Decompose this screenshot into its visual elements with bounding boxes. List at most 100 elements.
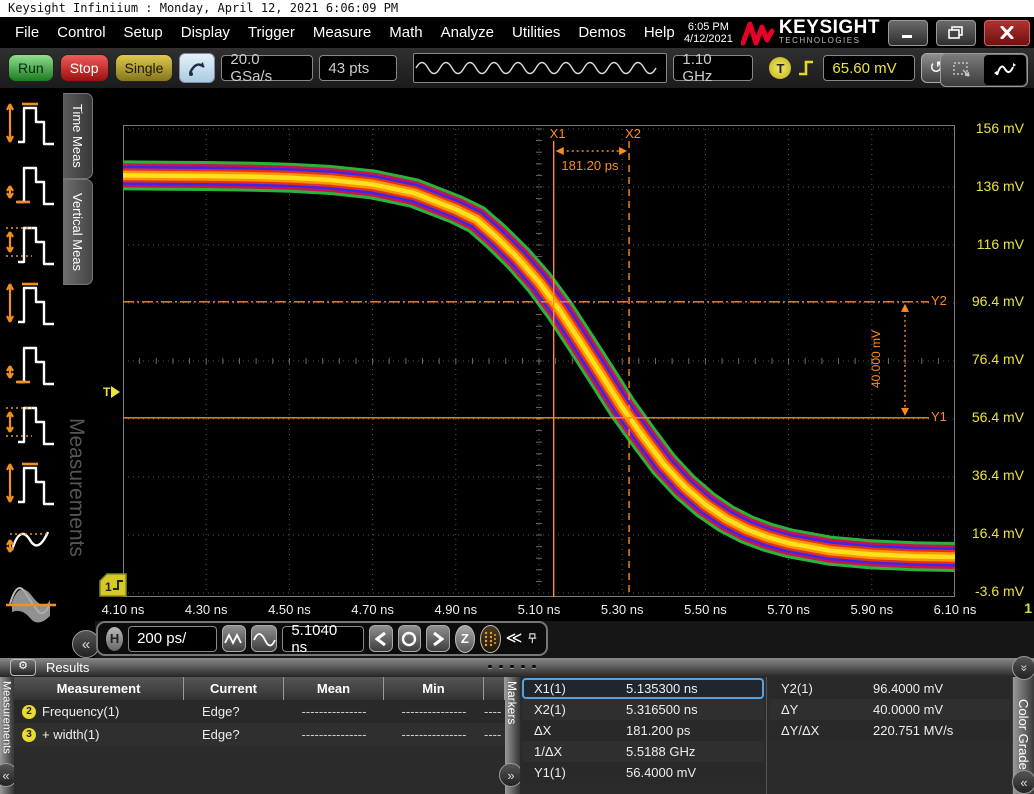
x-tick-label: 5.50 ns	[684, 602, 727, 617]
vpp-meas-icon[interactable]	[2, 392, 60, 450]
menu-utilities[interactable]: Utilities	[505, 20, 567, 45]
marker-row-y11[interactable]: Y1(1)56.4000 mV	[522, 762, 764, 783]
vtop-meas-icon[interactable]	[2, 92, 60, 150]
vrms-meas-icon[interactable]	[2, 512, 60, 570]
stop-button[interactable]: Stop	[60, 54, 109, 82]
position-left-button[interactable]	[369, 625, 392, 652]
vamplitude-meas-icon[interactable]	[2, 212, 60, 270]
menu-math[interactable]: Math	[382, 20, 429, 45]
trigger-level-field[interactable]: 65.60 mV	[823, 55, 915, 81]
vmax-meas-icon[interactable]	[2, 272, 60, 330]
chevron-left-icon	[375, 631, 387, 647]
marker-row-x11[interactable]: X1(1)5.135300 ns	[522, 678, 764, 699]
timebase-slower-button[interactable]	[251, 625, 277, 652]
zoom-button[interactable]: Z	[455, 625, 476, 653]
column-header-min[interactable]: Min	[384, 677, 484, 700]
vmin-meas-icon[interactable]	[2, 332, 60, 390]
trigger-badge[interactable]: T	[769, 57, 791, 79]
y-tick-label: 76.4 mV	[972, 351, 1024, 367]
channel-ground-marker[interactable]: 1	[98, 572, 128, 598]
column-header-mean[interactable]: Mean	[284, 677, 384, 700]
measurement-row[interactable]: 2Frequency(1)Edge?----------------------…	[14, 700, 505, 723]
menu-help[interactable]: Help	[637, 20, 682, 45]
marker-row-x21[interactable]: X2(1)5.316500 ns	[522, 699, 764, 720]
run-button[interactable]: Run	[8, 54, 54, 82]
touch-gesture-button[interactable]	[179, 53, 215, 83]
position-right-button[interactable]	[426, 625, 449, 652]
timebase-position-field[interactable]: 5.1040 ns	[282, 626, 364, 652]
x1-cursor-label[interactable]: X1	[548, 126, 568, 141]
position-zero-button[interactable]	[398, 625, 421, 652]
trigger-counter-field[interactable]: 1.10 GHz	[673, 55, 753, 81]
move-waveform-mode[interactable]	[984, 55, 1026, 85]
menu-file[interactable]: File	[8, 20, 46, 45]
pointer-mode-toggle[interactable]	[940, 53, 1028, 87]
vaverage-meas-icon[interactable]	[2, 572, 60, 630]
marker-row-x[interactable]: ΔX181.200 ps	[522, 720, 764, 741]
color-grade-collapse-button[interactable]: «	[1012, 770, 1034, 794]
single-button[interactable]: Single	[115, 54, 174, 82]
measurement-current: Edge?	[184, 723, 284, 746]
column-header-measurement[interactable]: Measurement	[14, 677, 184, 700]
y2-cursor-label[interactable]: Y2	[929, 293, 949, 308]
menu-measure[interactable]: Measure	[306, 20, 378, 45]
vupper-meas-icon[interactable]	[2, 452, 60, 510]
marker-row-yx[interactable]: ΔY/ΔX220.751 MV/s	[769, 720, 1010, 741]
trigger-level-marker[interactable]: T	[103, 385, 120, 399]
pin-icon[interactable]	[527, 630, 538, 647]
window-title: Keysight Infiniium : Monday, April 12, 2…	[0, 0, 1034, 17]
vbase-meas-icon[interactable]	[2, 152, 60, 210]
trigger-edge-icon	[797, 58, 817, 78]
menu-demos[interactable]: Demos	[571, 20, 633, 45]
menu-trigger[interactable]: Trigger	[241, 20, 302, 45]
memory-depth-field[interactable]: 43 pts	[319, 55, 397, 81]
marker-row-y21[interactable]: Y2(1)96.4000 mV	[769, 678, 1010, 699]
sample-rate-field[interactable]: 20.0 GSa/s	[221, 55, 313, 81]
color-grade-expand-button[interactable]: »	[1012, 656, 1034, 680]
x-tick-label: 5.70 ns	[767, 602, 810, 617]
collapse-hbar[interactable]: ≪	[506, 631, 523, 647]
horizontal-badge[interactable]: H	[106, 627, 123, 651]
y1-cursor-label[interactable]: Y1	[929, 409, 949, 424]
acquisition-preview[interactable]	[413, 53, 667, 83]
restore-button[interactable]	[936, 20, 976, 46]
x-axis-labels: 4.10 ns4.30 ns4.50 ns4.70 ns4.90 ns5.10 …	[95, 598, 1034, 621]
tab-vertical-meas[interactable]: Vertical Meas	[63, 179, 93, 285]
marker-row-y[interactable]: ΔY40.0000 mV	[769, 699, 1010, 720]
y-tick-label: 56.4 mV	[972, 409, 1024, 425]
measurement-sidebar: Time Meas Vertical Meas Measurements	[0, 88, 95, 658]
menu-control[interactable]: Control	[50, 20, 112, 45]
cursor-overlay[interactable]	[123, 125, 955, 597]
timebase-faster-button[interactable]	[222, 625, 246, 652]
timebase-scale-field[interactable]: 200 ps/	[128, 626, 217, 652]
keysight-logo-text: KEYSIGHT TECHNOLOGIES	[779, 20, 880, 45]
y-tick-label: 156 mV	[976, 120, 1024, 136]
brand-name: KEYSIGHT	[779, 20, 880, 36]
trigger-marker-arrow-icon	[111, 386, 120, 398]
zoom-box-mode[interactable]	[941, 54, 983, 86]
minimize-button[interactable]	[888, 20, 928, 46]
clock-date: 4/12/2021	[684, 33, 733, 45]
marker-row-1x[interactable]: 1/ΔX5.5188 GHz	[522, 741, 764, 762]
measurement-row[interactable]: 3+ width(1)Edge?------------------------…	[14, 723, 505, 746]
menu-setup[interactable]: Setup	[117, 20, 170, 45]
column-header-current[interactable]: Current	[184, 677, 284, 700]
marker-value: 40.0000 mV	[873, 702, 1008, 717]
measurements-table-header: MeasurementCurrentMeanMin	[14, 677, 505, 700]
keysight-spark-icon	[741, 19, 775, 47]
graticule[interactable]: X1 X2 Y1 Y2 181.20 ps 40.000 mV	[123, 125, 955, 597]
menu-analyze[interactable]: Analyze	[434, 20, 501, 45]
measurements-table: MeasurementCurrentMeanMin 2Frequency(1)E…	[14, 677, 505, 794]
measurements-table-body: 2Frequency(1)Edge?----------------------…	[14, 700, 505, 746]
tab-time-meas[interactable]: Time Meas	[63, 93, 93, 179]
panel-splitter-handle[interactable]	[488, 665, 536, 668]
marker-label: X2(1)	[534, 702, 626, 717]
move-waveform-icon	[993, 59, 1017, 81]
close-button[interactable]	[984, 20, 1030, 46]
x2-cursor-label[interactable]: X2	[623, 126, 643, 141]
x-tick-label: 5.10 ns	[518, 602, 561, 617]
results-settings-button[interactable]: ⚙	[10, 659, 36, 676]
menu-display[interactable]: Display	[174, 20, 237, 45]
y-tick-label: 136 mV	[976, 178, 1024, 194]
pattern-button[interactable]	[480, 625, 501, 653]
